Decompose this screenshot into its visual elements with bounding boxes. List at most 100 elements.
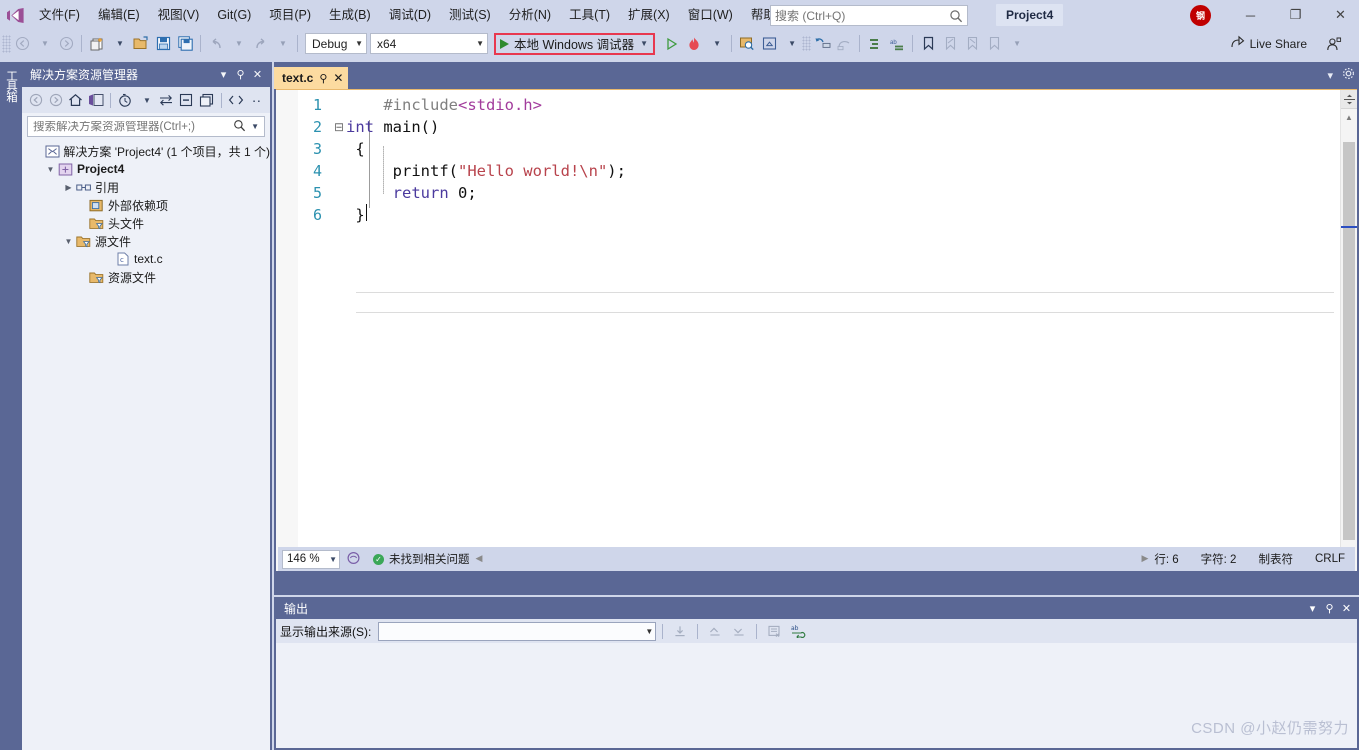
toolbar-grip[interactable] [2, 34, 11, 53]
save-icon[interactable] [152, 33, 174, 55]
view-code-icon[interactable] [227, 90, 246, 111]
menu-window[interactable]: 窗口(W) [679, 0, 742, 30]
panel-dropdown-icon[interactable]: ▾ [1304, 602, 1321, 615]
code-lines[interactable]: 1 #include<stdio.h> 2 ⊟ int main() 3 {4… [276, 90, 1340, 226]
live-visual-tree-overflow-icon[interactable]: ▼ [780, 33, 802, 55]
vertical-scroll-thumb[interactable] [1343, 142, 1355, 540]
navigate-backward-dropdown-icon[interactable]: ▼ [33, 33, 55, 55]
select-element-icon[interactable] [736, 33, 758, 55]
pin-icon[interactable]: ⚲ [232, 68, 249, 81]
search-options-dropdown-icon[interactable]: ▼ [248, 122, 262, 131]
sync-with-active-document-icon[interactable] [157, 90, 176, 111]
start-without-debugging-icon[interactable] [661, 33, 683, 55]
editor-vertical-scrollbar[interactable]: ▲ ▼ [1340, 90, 1357, 571]
menu-tools[interactable]: 工具(T) [560, 0, 619, 30]
code-line-4[interactable]: 4 printf("Hello world!\n"); [276, 160, 1340, 182]
previous-bookmark-icon[interactable] [939, 33, 961, 55]
new-project-icon[interactable] [86, 33, 108, 55]
code-line-1[interactable]: 1 #include<stdio.h> [276, 94, 1340, 116]
code-surface[interactable]: 1 #include<stdio.h> 2 ⊟ int main() 3 {4… [276, 90, 1340, 571]
step-over-icon[interactable] [833, 33, 855, 55]
live-share-button[interactable]: Live Share [1230, 33, 1307, 54]
menu-build[interactable]: 生成(B) [320, 0, 380, 30]
live-visual-tree-icon[interactable] [758, 33, 780, 55]
zoom-level-combo[interactable]: 146 % ▼ [282, 549, 340, 569]
undo-dropdown-icon[interactable]: ▼ [227, 33, 249, 55]
code-editor[interactable]: 1 #include<stdio.h> 2 ⊟ int main() 3 {4… [276, 89, 1357, 571]
menu-extensions[interactable]: 扩展(X) [619, 0, 679, 30]
panel-dropdown-icon[interactable]: ▾ [215, 68, 232, 81]
clear-bookmarks-icon[interactable] [983, 33, 1005, 55]
problems-status[interactable]: ✓ 未找到相关问题 [373, 551, 470, 567]
debug-toolbar-grip[interactable] [802, 36, 812, 51]
document-dropdown-icon[interactable]: ▾ [1327, 69, 1333, 82]
account-avatar[interactable]: 钢 [1190, 5, 1211, 26]
toggle-bookmark-icon[interactable] [917, 33, 939, 55]
undo-icon[interactable] [205, 33, 227, 55]
editor-horizontal-scrollbar[interactable]: ◀ ▶ [476, 552, 1149, 566]
navigate-forward-icon[interactable] [55, 33, 77, 55]
step-into-icon[interactable] [811, 33, 833, 55]
quick-search-box[interactable] [770, 5, 968, 26]
indent-increase-icon[interactable]: ab [886, 33, 908, 55]
toolbox-vertical-tab[interactable]: 工具箱 [0, 62, 22, 750]
solution-configuration-combo[interactable]: Debug ▼ [305, 33, 367, 54]
open-file-icon[interactable] [130, 33, 152, 55]
show-all-files-icon[interactable] [197, 90, 216, 111]
menu-file[interactable]: 文件(F) [30, 0, 89, 30]
tree-node-project4[interactable]: ▼ Project4 [22, 160, 270, 178]
back-icon[interactable] [26, 90, 45, 111]
go-to-message-icon[interactable] [669, 621, 691, 641]
menu-test[interactable]: 测试(S) [440, 0, 500, 30]
menu-view[interactable]: 视图(V) [149, 0, 209, 30]
pin-icon[interactable]: ⚲ [319, 72, 327, 85]
menu-project[interactable]: 项目(P) [260, 0, 320, 30]
solution-name-chip[interactable]: Project4 [996, 4, 1064, 26]
collapse-all-icon[interactable] [177, 90, 196, 111]
tree-expander[interactable]: ▼ [62, 237, 75, 246]
output-text-area[interactable] [276, 643, 1357, 748]
forward-icon[interactable] [46, 90, 65, 111]
scroll-left-arrow-icon[interactable]: ◀ [476, 553, 483, 564]
redo-icon[interactable] [249, 33, 271, 55]
main-menu[interactable]: 文件(F) 编辑(E) 视图(V) Git(G) 项目(P) 生成(B) 调试(… [30, 0, 802, 30]
home-icon[interactable] [66, 90, 85, 111]
navigate-backward-icon[interactable] [11, 33, 33, 55]
bookmarks-overflow-icon[interactable]: ▼ [1005, 33, 1027, 55]
tree-node-text-c[interactable]: c text.c [22, 250, 270, 268]
switch-views-icon[interactable] [86, 90, 105, 111]
scroll-up-arrow-icon[interactable]: ▲ [1341, 109, 1357, 125]
solution-search-input[interactable] [33, 120, 234, 133]
pending-changes-icon[interactable] [116, 90, 135, 111]
save-all-icon[interactable] [174, 33, 196, 55]
intellisense-icon[interactable] [346, 551, 361, 568]
next-message-icon[interactable] [728, 621, 750, 641]
menu-analyze[interactable]: 分析(N) [500, 0, 560, 30]
se-overflow-icon[interactable]: ·· [247, 90, 266, 111]
close-icon[interactable]: ✕ [333, 71, 343, 85]
close-icon[interactable]: ✕ [1338, 602, 1355, 615]
next-bookmark-icon[interactable] [961, 33, 983, 55]
tree-expander[interactable]: ▶ [62, 183, 75, 192]
pin-icon[interactable]: ⚲ [1321, 602, 1338, 615]
tree-node-solution[interactable]: 解决方案 'Project4' (1 个项目，共 1 个) [22, 142, 270, 160]
new-project-dropdown-icon[interactable]: ▼ [108, 33, 130, 55]
menu-debug[interactable]: 调试(D) [380, 0, 440, 30]
clear-all-icon[interactable] [763, 621, 785, 641]
solution-explorer-search[interactable]: ▼ [27, 116, 265, 137]
code-line-3[interactable]: 3 { [276, 138, 1340, 160]
previous-message-icon[interactable] [704, 621, 726, 641]
redo-dropdown-icon[interactable]: ▼ [271, 33, 293, 55]
gear-icon[interactable] [1342, 67, 1355, 83]
toggle-word-wrap-icon[interactable]: ab [787, 621, 809, 641]
tree-expander[interactable]: ▼ [44, 165, 57, 174]
output-source-combo[interactable]: ▼ [378, 621, 657, 641]
code-line-2[interactable]: 2 ⊟ int main() [276, 116, 1340, 138]
status-indent-mode[interactable]: 制表符 [1258, 551, 1293, 567]
search-input[interactable] [775, 8, 949, 23]
status-line-ending[interactable]: CRLF [1315, 553, 1345, 565]
start-debugging-button[interactable]: 本地 Windows 调试器 ▼ [494, 32, 656, 55]
tree-node-source-files[interactable]: ▼ 源文件 [22, 232, 270, 250]
indent-decrease-icon[interactable] [864, 33, 886, 55]
split-view-handle[interactable] [1341, 90, 1357, 109]
